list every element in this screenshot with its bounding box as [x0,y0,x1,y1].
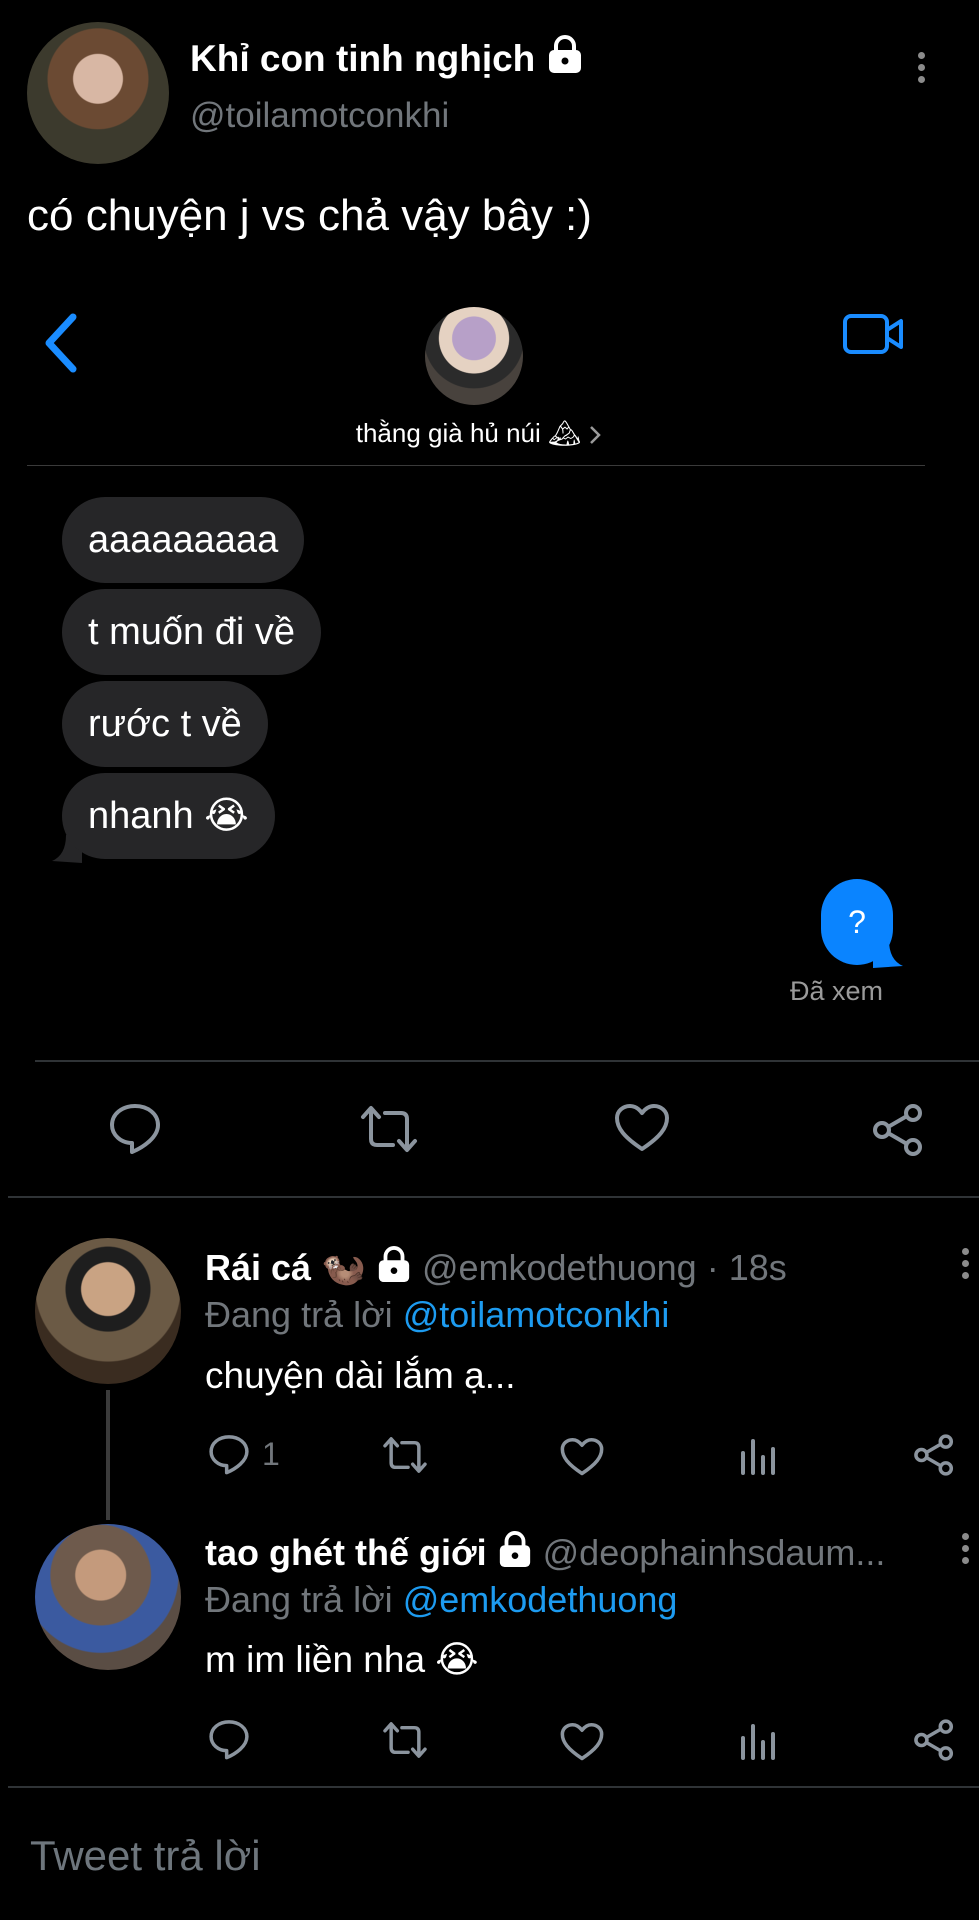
more-options-icon[interactable] [918,52,925,88]
back-chevron-icon [41,312,81,374]
reply-author-name[interactable]: tao ghét thế giới [205,1532,487,1573]
divider [35,1060,979,1062]
lock-icon [376,1246,412,1295]
message-bubble-in: rước t về [62,681,268,767]
share-icon[interactable] [912,1433,956,1477]
reply-author-handle[interactable]: @deophainhsdaum... [543,1532,886,1573]
like-icon[interactable] [560,1722,604,1762]
chevron-right-icon [588,424,602,446]
divider [8,1786,979,1788]
reply-time: · 18s [706,1247,787,1288]
reply-author-handle[interactable]: @emkodethuong [422,1247,697,1288]
message-out-text: ? [848,904,866,940]
message-bubble-in: aaaaaaaaa [62,497,305,583]
reply-avatar[interactable] [35,1238,181,1384]
author-name-row: Khỉ con tinh nghịch [190,34,584,84]
author-name[interactable]: Khỉ con tinh nghịch [190,38,535,79]
reply-compose-input[interactable]: Tweet trả lời [0,1790,979,1920]
retweet-icon[interactable] [380,1720,430,1760]
message-bubble-in: t muốn đi về [62,589,321,675]
more-options-icon[interactable] [962,1248,969,1284]
share-icon[interactable] [912,1718,956,1762]
contact-name-row: thằng già hủ núi 🏔 [27,418,931,449]
contact-name: thằng già hủ núi [355,418,541,448]
thread-line [106,1390,110,1520]
replying-to-label: Đang trả lời [205,1294,393,1335]
mountain-emoji: 🏔 [548,418,582,448]
divider [8,1196,979,1198]
reply-icon[interactable] [208,1718,250,1760]
seen-status: Đã xem [790,976,884,1006]
analytics-icon[interactable] [738,1720,778,1760]
screenshot-header-divider [27,465,925,466]
reply-compose-placeholder: Tweet trả lời [30,1832,261,1879]
reply-icon[interactable] [208,1433,250,1475]
contact-avatar [425,307,523,405]
reply-author-name[interactable]: Rái cá [205,1247,311,1288]
replying-to-handle[interactable]: @emkodethuong [403,1579,678,1620]
message-bubble-in: nhanh 😭 [62,773,275,859]
replying-to: Đang trả lời @emkodethuong [205,1578,677,1622]
author-handle[interactable]: @toilamotconkhi [190,96,449,136]
reply-avatar[interactable] [35,1524,181,1670]
video-camera-icon [842,313,904,355]
retweet-icon[interactable] [380,1435,430,1475]
lock-icon [546,34,584,88]
like-icon[interactable] [560,1437,604,1477]
reply-icon[interactable] [108,1101,162,1155]
reply-count: 1 [262,1436,280,1472]
reply-text: m im liền nha 😭 [205,1639,479,1680]
lock-icon [497,1531,533,1576]
tweet-text: có chuyện j vs chả vậy bây :) [27,191,592,240]
replying-to: Đang trả lời @toilamotconkhi [205,1293,669,1337]
share-icon[interactable] [870,1102,926,1158]
reply-text: chuyện dài lắm ạ... [205,1355,516,1396]
replying-to-handle[interactable]: @toilamotconkhi [403,1294,670,1335]
otter-emoji: 🦦 [321,1247,366,1288]
reply-header: Rái cá 🦦 @emkodethuong · 18s [205,1245,787,1291]
like-icon[interactable] [614,1103,670,1153]
attached-image[interactable]: thằng già hủ núi 🏔 aaaaaaaaa t muốn đi v… [27,268,952,1063]
analytics-icon[interactable] [738,1435,778,1475]
retweet-icon[interactable] [357,1103,421,1155]
reply-header: tao ghét thế giới @deophainhsdaum... [205,1530,925,1576]
replying-to-label: Đang trả lời [205,1579,393,1620]
author-avatar[interactable] [27,22,169,164]
more-options-icon[interactable] [962,1533,969,1569]
